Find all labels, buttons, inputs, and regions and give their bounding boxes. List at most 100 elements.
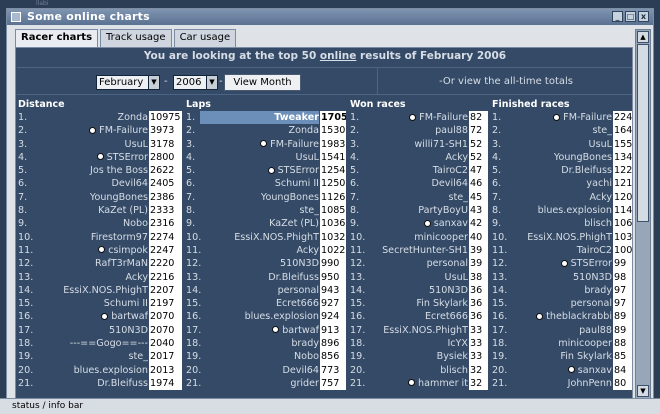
racer-name-cell[interactable]: Fin Skylark <box>364 297 468 310</box>
racer-name-cell[interactable]: yachi <box>504 177 612 190</box>
scroll-down-icon[interactable]: ▼ <box>637 385 649 397</box>
ranking-row[interactable]: 8. PartyBoyU 43 <box>348 204 488 218</box>
ranking-row[interactable]: 2. Zonda15307 <box>184 124 346 138</box>
racer-name-cell[interactable]: personal <box>200 284 319 297</box>
ranking-row[interactable]: 4. Acky 52 <box>348 150 488 165</box>
month-select[interactable]: February ▼ <box>96 75 160 90</box>
racer-name-cell[interactable]: UsuL <box>504 138 612 151</box>
racer-name-cell[interactable]: 510N3D <box>30 324 148 337</box>
racer-name-cell[interactable]: STSError <box>504 257 612 270</box>
ranking-row[interactable]: 7. YoungBones 1126 <box>184 190 346 205</box>
ranking-row[interactable]: 21. Dr.Bleifuss 1974 <box>16 376 182 391</box>
ranking-row[interactable]: 5. Dr.Bleifuss 122 <box>490 164 632 178</box>
racer-name-cell[interactable]: Fin Skylark <box>504 350 612 363</box>
racer-name-cell[interactable]: minicooper <box>364 231 468 244</box>
ranking-row[interactable]: 11. TairoC2 100 <box>490 243 632 258</box>
ranking-row[interactable]: 16. theblackrabbi 89 <box>490 310 632 324</box>
ranking-row[interactable]: 14. brady 97 <box>490 283 632 298</box>
racer-name-cell[interactable]: FM-Failure <box>30 124 148 137</box>
ranking-row[interactable]: 8. blues.explosion 114 <box>490 204 632 218</box>
racer-name-cell[interactable]: EssiX.NOS.PhighT <box>30 284 148 297</box>
ranking-row[interactable]: 1. Zonda 10975 <box>16 111 182 125</box>
ranking-row[interactable]: 5. STSError 1254 <box>184 164 346 178</box>
scroll-thumb[interactable] <box>637 44 649 222</box>
ranking-row[interactable]: 21. JohnPenn 80 <box>490 376 632 391</box>
ranking-row[interactable]: 4. STSError 2800 <box>16 150 182 165</box>
ranking-row[interactable]: 10. minicooper 40 <box>348 230 488 244</box>
ranking-row[interactable]: 6. yachi 121 <box>490 177 632 191</box>
ranking-row[interactable]: 7. YoungBones 2386 <box>16 190 182 205</box>
racer-name-cell[interactable]: ste_ <box>30 350 148 363</box>
racer-name-cell[interactable]: blisch <box>364 364 468 377</box>
racer-name-cell[interactable]: EssiX.NOS.PhighT <box>200 231 319 244</box>
racer-name-cell[interactable]: STSError <box>200 164 319 177</box>
racer-name-cell[interactable]: Bysiek <box>364 350 468 363</box>
racer-name-cell[interactable]: UsuL <box>364 271 468 284</box>
ranking-row[interactable]: 18. ---==Gogo==--- 2040 <box>16 337 182 351</box>
ranking-row[interactable]: 10. Firestorm97 2274 <box>16 230 182 244</box>
ranking-row[interactable]: 9. KaZet (PL) 1036 <box>184 217 346 231</box>
ranking-row[interactable]: 13. UsuL 38 <box>348 270 488 284</box>
racer-name-cell[interactable]: Devil64 <box>200 364 319 377</box>
racer-name-cell[interactable]: RafT3rMaN <box>30 257 148 270</box>
ranking-row[interactable]: 4. UsuL 1541 <box>184 150 346 165</box>
ranking-row[interactable]: 6. Devil64 46 <box>348 177 488 191</box>
ranking-row[interactable]: 5. TairoC2 47 <box>348 164 488 178</box>
racer-name-cell[interactable]: blisch <box>504 217 612 230</box>
ranking-row[interactable]: 17. bartwaf 913 <box>184 323 346 338</box>
ranking-row[interactable]: 3. UsuL 3178 <box>16 137 182 151</box>
ranking-row[interactable]: 14. 510N3D 36 <box>348 283 488 298</box>
racer-name-cell[interactable]: UsuL <box>30 138 148 151</box>
ranking-row[interactable]: 20. blues.explosion 2013 <box>16 363 182 377</box>
online-link[interactable]: online <box>320 50 356 62</box>
ranking-row[interactable]: 9. sanxav 42 <box>348 217 488 231</box>
racer-name-cell[interactable]: EssiX.NOS.PhighT <box>504 231 612 244</box>
racer-name-cell[interactable]: 510N3D <box>200 257 319 270</box>
racer-name-cell[interactable]: theblackrabbi <box>504 310 612 323</box>
racer-name-cell[interactable]: brady <box>200 337 319 350</box>
ranking-row[interactable]: 20. sanxav 84 <box>490 363 632 377</box>
ranking-row[interactable]: 17. 510N3D 2070 <box>16 323 182 338</box>
ranking-row[interactable]: 5. Jos the Boss 2622 <box>16 164 182 178</box>
ranking-row[interactable]: 6. Devil64 2405 <box>16 177 182 191</box>
tab-racer-charts[interactable]: Racer charts <box>15 29 99 48</box>
ranking-row[interactable]: 21. hammer it 32 <box>348 376 488 391</box>
racer-name-cell[interactable]: STSError <box>30 151 148 164</box>
ranking-row[interactable]: 11. csimpok 2247 <box>16 243 182 258</box>
ranking-row[interactable]: 10. EssiX.NOS.PhighT 1032 <box>184 230 346 244</box>
all-time-link[interactable]: -Or view the all-time totals <box>379 76 632 87</box>
racer-name-cell[interactable]: 510N3D <box>504 271 612 284</box>
ranking-row[interactable]: 2. ste_ 164 <box>490 124 632 138</box>
ranking-row[interactable]: 12. STSError 99 <box>490 257 632 271</box>
ranking-row[interactable]: 10. EssiX.NOS.PhighT 103 <box>490 230 632 244</box>
ranking-row[interactable]: 11. SecretHunter-SH1 39 <box>348 243 488 258</box>
minimize-button[interactable]: _ <box>612 11 623 22</box>
ranking-row[interactable]: 19. Nobo 856 <box>184 350 346 364</box>
racer-name-cell[interactable]: personal <box>504 297 612 310</box>
racer-name-cell[interactable]: csimpok <box>30 244 148 257</box>
ranking-row[interactable]: 18. minicooper 88 <box>490 337 632 351</box>
ranking-row[interactable]: 21. grider 757 <box>184 376 346 391</box>
ranking-row[interactable]: 13. Acky 2216 <box>16 270 182 284</box>
racer-name-cell[interactable]: Devil64 <box>30 177 148 190</box>
racer-name-cell[interactable]: FM-Failure <box>504 111 612 124</box>
ranking-row[interactable]: 3. UsuL 155 <box>490 137 632 151</box>
ranking-row[interactable]: 16. Ecret666 36 <box>348 310 488 324</box>
ranking-row[interactable]: 14. EssiX.NOS.PhighT 2207 <box>16 283 182 298</box>
racer-name-cell[interactable]: minicooper <box>504 337 612 350</box>
maximize-button[interactable]: □ <box>625 11 636 22</box>
racer-name-cell[interactable]: Nobo <box>30 217 148 230</box>
racer-name-cell[interactable]: ste_ <box>504 124 612 137</box>
racer-name-cell[interactable]: Ecret666 <box>364 310 468 323</box>
racer-name-cell[interactable]: Acky <box>200 244 319 257</box>
ranking-row[interactable]: 13. 510N3D 98 <box>490 270 632 284</box>
scroll-up-icon[interactable]: ▲ <box>637 31 649 43</box>
racer-name-cell[interactable]: Ecret666 <box>200 297 319 310</box>
racer-name-cell[interactable]: ste_ <box>364 191 468 204</box>
racer-name-cell[interactable]: Firestorm97 <box>30 231 148 244</box>
ranking-row[interactable]: 18. brady 896 <box>184 337 346 351</box>
racer-name-cell[interactable]: UsuL <box>200 151 319 164</box>
ranking-row[interactable]: 15. Schumi II 2197 <box>16 297 182 311</box>
ranking-row[interactable]: 19. Bysiek 33 <box>348 350 488 364</box>
close-button[interactable]: x <box>638 11 649 22</box>
